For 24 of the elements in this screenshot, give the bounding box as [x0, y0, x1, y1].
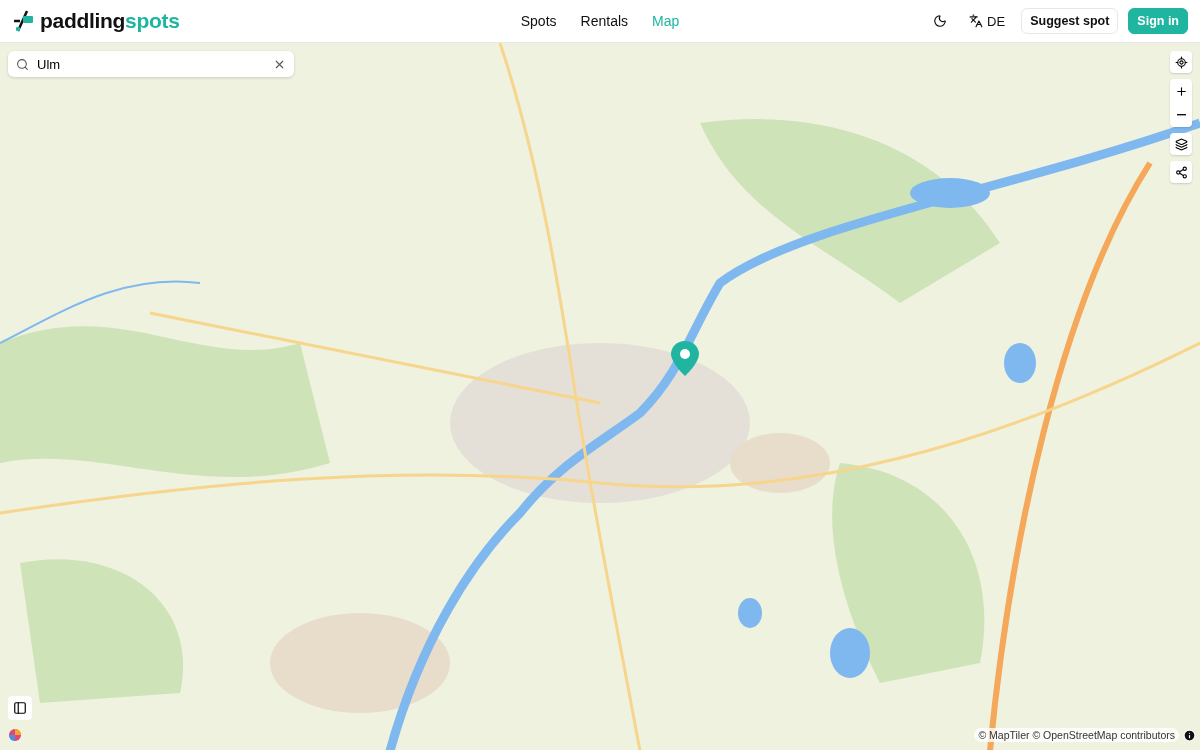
language-button[interactable]: DE — [963, 9, 1012, 33]
layers-button[interactable] — [1170, 133, 1192, 155]
suggest-button[interactable]: Suggest spot — [1021, 8, 1119, 34]
layers-icon — [1174, 137, 1188, 151]
sidebar-icon — [13, 701, 27, 715]
logo-text[interactable]: paddlingspots — [40, 9, 180, 33]
map-provider-logo-icon — [8, 728, 22, 742]
search-icon — [16, 57, 29, 71]
paddle-logo-icon — [12, 9, 36, 33]
nav-link[interactable]: Spots — [520, 13, 557, 29]
translate-icon — [969, 14, 984, 28]
share-button[interactable] — [1170, 161, 1192, 183]
info-icon[interactable] — [1183, 728, 1196, 742]
minus-icon — [1176, 114, 1186, 116]
locate-button[interactable] — [1170, 51, 1192, 73]
search-input[interactable]: Ulm — [35, 55, 267, 73]
nav-link[interactable]: Rentals — [580, 13, 629, 29]
locate-icon — [1174, 55, 1188, 69]
plus-icon — [1174, 84, 1188, 98]
share-icon — [1174, 165, 1188, 179]
moon-icon — [933, 14, 948, 28]
attribution-text: © MapTiler © OpenStreetMap contributors — [974, 728, 1179, 742]
sidebar-toggle-button[interactable] — [8, 696, 32, 720]
search-field[interactable]: Ulm — [8, 51, 294, 77]
